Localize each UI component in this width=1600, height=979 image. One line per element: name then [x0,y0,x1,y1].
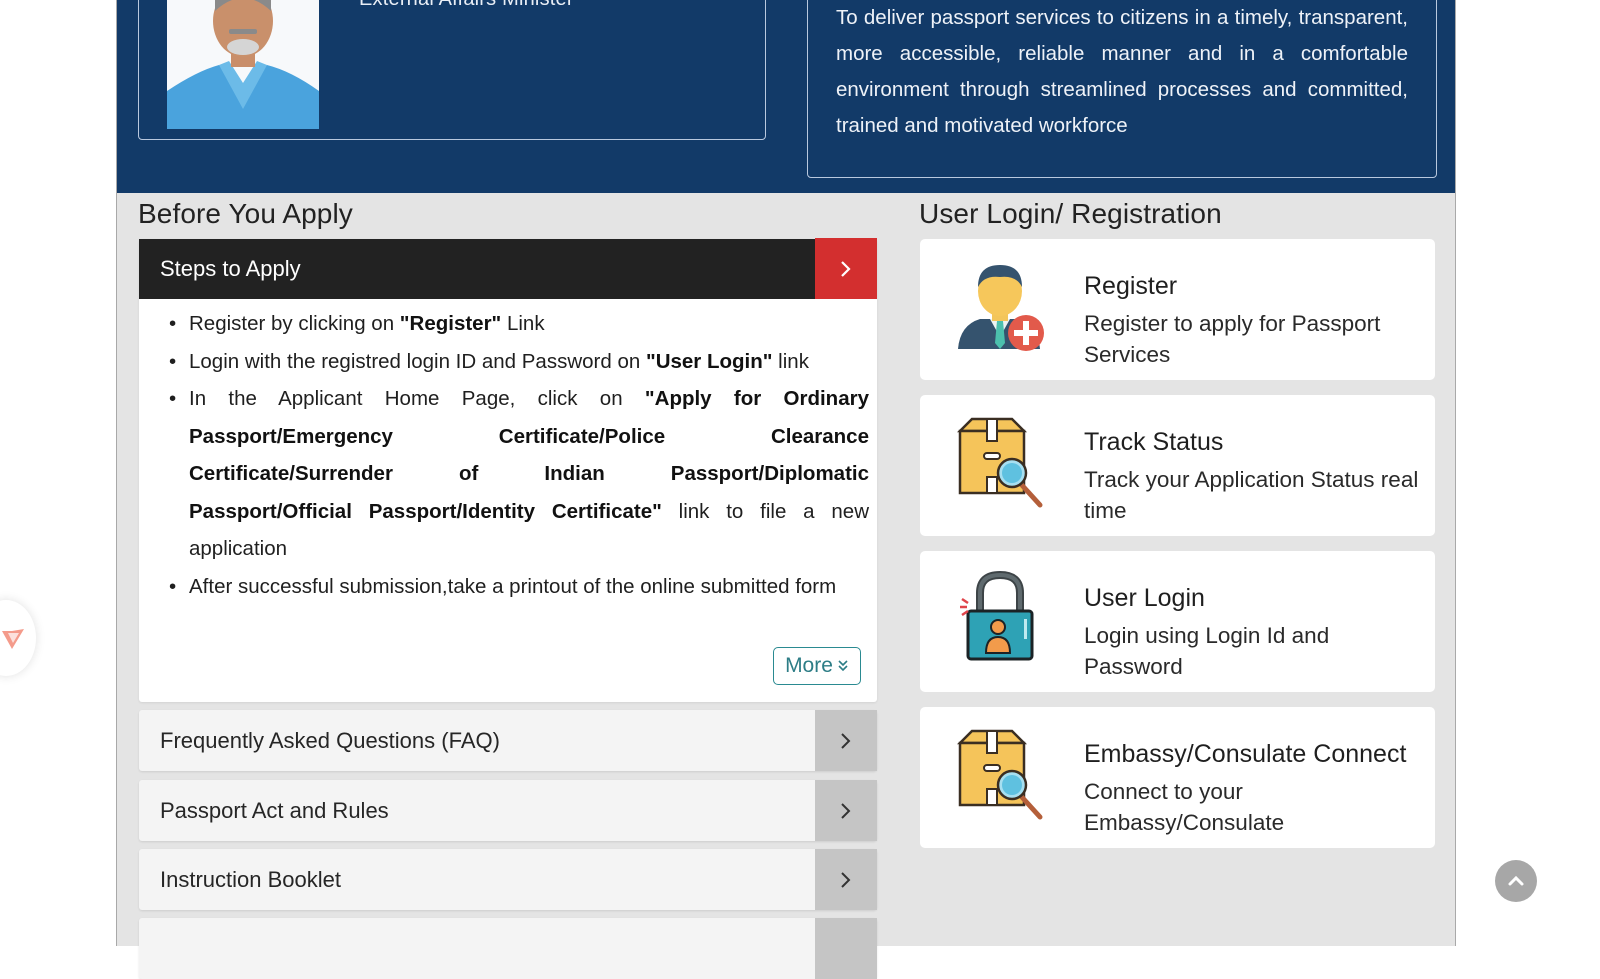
accordion-item-instruction-booklet[interactable]: Instruction Booklet [139,849,877,910]
embassy-connect-card[interactable]: Embassy/Consulate Connect Connect to you… [920,707,1435,848]
page-container: External Affairs Minister To deliver pas… [116,0,1456,979]
register-card-text: Register Register to apply for Passport … [1084,269,1429,370]
minister-card: External Affairs Minister [138,0,766,140]
scroll-to-top-button[interactable] [1495,860,1537,902]
minister-title: External Affairs Minister [359,0,574,11]
register-card-desc: Register to apply for Passport Services [1084,311,1381,367]
register-card-title: Register [1084,272,1178,300]
embassy-connect-card-text: Embassy/Consulate Connect Connect to you… [1084,737,1429,838]
register-link-text: "Register" [399,312,502,335]
embassy-connect-card-title: Embassy/Consulate Connect [1084,740,1407,768]
steps-to-apply-title: Steps to Apply [160,256,301,281]
accordion-item-passport-act[interactable]: Passport Act and Rules [139,780,877,841]
package-search-icon [956,729,1043,820]
user-login-registration-heading: User Login/ Registration [919,198,1222,229]
chevron-right-icon [841,802,851,819]
step-item: After successful submission,take a print… [169,568,869,606]
double-chevron-down-icon [838,660,848,672]
floating-assistant-widget[interactable] [0,600,36,676]
accordion-item-faq[interactable]: Frequently Asked Questions (FAQ) [139,710,877,771]
accordion-item-partial[interactable] [139,918,877,979]
minister-portrait-icon [167,0,319,129]
register-card[interactable]: Register Register to apply for Passport … [920,239,1435,380]
mission-statement: To deliver passport services to citizens… [836,6,1408,137]
before-you-apply-heading: Before You Apply [138,198,353,229]
steps-to-apply-toggle[interactable] [815,238,877,299]
step-item: In the Applicant Home Page, click on "Ap… [169,380,869,568]
accordion-toggle[interactable] [815,849,877,910]
chevron-up-icon [1508,875,1524,886]
more-button[interactable]: More [773,647,861,685]
assistant-logo-icon [2,629,24,649]
user-login-card-title: User Login [1084,584,1205,612]
user-login-card-text: User Login Login using Login Id and Pass… [1084,581,1429,682]
track-status-card-desc: Track your Application Status real time [1084,467,1419,523]
step-item: Register by clicking on "Register" Link [169,305,869,343]
mission-card: To deliver passport services to citizens… [807,0,1437,178]
user-add-icon [958,265,1044,351]
embassy-connect-card-desc: Connect to your Embassy/Consulate [1084,779,1285,835]
steps-to-apply-panel: Steps to Apply Register by clicking on "… [139,238,877,702]
user-login-link-text: "User Login" [645,349,773,373]
top-banner: External Affairs Minister To deliver pas… [117,0,1455,193]
accordion-toggle[interactable] [815,710,877,771]
chevron-right-icon [841,732,851,749]
more-label: More [785,654,833,677]
accordion-toggle[interactable] [815,918,877,979]
chevron-right-icon [841,871,851,888]
package-search-icon [956,417,1043,508]
track-status-card-text: Track Status Track your Application Stat… [1084,425,1429,526]
steps-to-apply-header[interactable]: Steps to Apply [139,239,815,299]
accordion-label: Instruction Booklet [160,867,341,892]
track-status-card-title: Track Status [1084,428,1224,456]
minister-photo [167,0,319,129]
steps-list: Register by clicking on "Register" Link … [169,305,869,605]
accordion-toggle[interactable] [815,780,877,841]
chevron-right-icon [841,260,851,277]
track-status-card[interactable]: Track Status Track your Application Stat… [920,395,1435,536]
accordion-label: Passport Act and Rules [160,798,389,823]
step-item: Login with the registred login ID and Pa… [169,343,869,381]
unlock-user-icon [960,570,1034,661]
user-login-card-desc: Login using Login Id and Password [1084,623,1330,679]
accordion-label: Frequently Asked Questions (FAQ) [160,728,500,753]
user-login-card[interactable]: User Login Login using Login Id and Pass… [920,551,1435,692]
